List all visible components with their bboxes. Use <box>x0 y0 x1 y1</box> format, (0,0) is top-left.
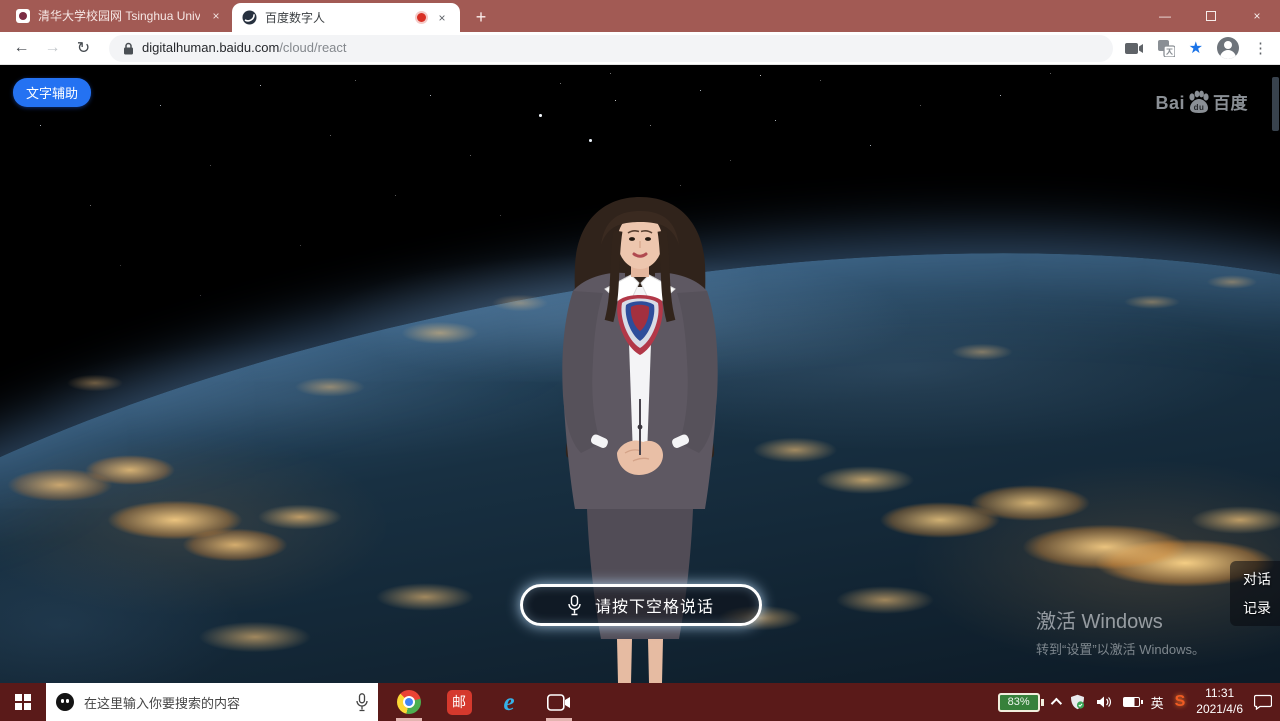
clock-time: 11:31 <box>1196 686 1243 702</box>
leg-right <box>648 639 663 683</box>
record-tab[interactable]: 记录 <box>1243 598 1271 618</box>
tab-title: 清华大学校园网 Tsinghua Univ <box>38 7 200 24</box>
mail-taskbar-button[interactable]: 邮 <box>444 683 474 721</box>
speaker-icon[interactable] <box>1096 695 1112 709</box>
browser-toolbar: ← → ↻ digitalhuman.baidu.com/cloud/react… <box>0 32 1280 65</box>
close-window-button[interactable]: × <box>1234 0 1280 31</box>
ime-language-indicator[interactable]: 英 <box>1151 693 1164 712</box>
video-camera-icon <box>547 694 571 711</box>
tab-tsinghua[interactable]: 清华大学校园网 Tsinghua Univ × <box>8 0 232 31</box>
tab-title: 百度数字人 <box>265 9 409 26</box>
close-tab-icon[interactable]: × <box>434 10 450 26</box>
mic-pill-label: 请按下空格说话 <box>595 593 714 617</box>
translate-icon[interactable] <box>1158 40 1175 57</box>
page-viewport: 文字辅助 Bai du 百度 请按下空格说话 对话 记录 激活 Windows … <box>0 65 1280 683</box>
tab-baidu-digital-human[interactable]: 百度数字人 × <box>232 3 460 32</box>
pinned-apps: 邮 e <box>394 683 574 721</box>
tsinghua-favicon <box>16 9 30 23</box>
ie-taskbar-button[interactable]: e <box>494 683 524 721</box>
tray-overflow-chevron-icon[interactable] <box>1050 698 1061 709</box>
minimize-button[interactable]: — <box>1142 0 1188 31</box>
text-assist-button[interactable]: 文字辅助 <box>13 78 91 107</box>
restore-icon <box>1206 11 1216 21</box>
defender-shield-icon[interactable] <box>1070 694 1085 710</box>
window-controls: — × <box>1142 0 1280 31</box>
baidu-watermark-logo: Bai du 百度 <box>1155 89 1248 114</box>
recording-indicator-icon <box>417 13 426 22</box>
press-space-to-talk-button[interactable]: 请按下空格说话 <box>520 584 762 626</box>
search-assistant-icon <box>56 693 74 711</box>
page-scrollbar-thumb[interactable] <box>1272 77 1279 131</box>
search-placeholder: 在这里输入你要搜索的内容 <box>84 693 346 712</box>
windows-taskbar: 在这里输入你要搜索的内容 邮 e 83% <box>0 683 1280 721</box>
browser-titlebar: 清华大学校园网 Tsinghua Univ × 百度数字人 × + — × <box>0 0 1280 32</box>
logo-bai-text: Bai <box>1155 93 1185 114</box>
mail-icon: 邮 <box>447 690 472 715</box>
baidu-paw-icon: du <box>1186 90 1212 114</box>
dialog-tab[interactable]: 对话 <box>1243 569 1271 589</box>
reload-icon[interactable]: ↻ <box>70 35 97 62</box>
leg-left <box>617 639 632 683</box>
taskbar-search-box[interactable]: 在这里输入你要搜索的内容 <box>46 683 378 721</box>
sogou-input-icon[interactable]: S <box>1175 693 1186 711</box>
logo-du-text: du <box>1194 103 1205 112</box>
eye-left <box>629 237 635 241</box>
logo-cn-text: 百度 <box>1213 89 1248 114</box>
back-icon[interactable]: ← <box>8 35 35 62</box>
maximize-button[interactable] <box>1188 0 1234 31</box>
address-bar[interactable]: digitalhuman.baidu.com/cloud/react <box>109 35 1113 62</box>
eye-right <box>645 237 651 241</box>
windows-logo-icon <box>15 694 31 710</box>
toolbar-right: ★ ⋮ <box>1125 37 1272 59</box>
microphone-icon <box>568 595 581 616</box>
system-tray: 83% 英 S 11:31 2021/4/6 <box>998 683 1280 721</box>
forward-icon[interactable]: → <box>39 35 66 62</box>
activate-windows-watermark: 激活 Windows 转到“设置”以激活 Windows。 <box>1036 605 1205 658</box>
bookmark-star-icon[interactable]: ★ <box>1189 38 1203 58</box>
jacket-button <box>638 425 643 430</box>
conversation-log-panel-tab: 对话 记录 <box>1230 561 1280 626</box>
chrome-icon <box>397 690 421 714</box>
start-button[interactable] <box>0 683 46 721</box>
url-path: /cloud/react <box>279 40 346 55</box>
search-mic-icon[interactable] <box>356 693 368 712</box>
clock-date: 2021/4/6 <box>1196 702 1243 718</box>
battery-status-icon[interactable] <box>1123 697 1140 707</box>
profile-avatar[interactable] <box>1217 37 1239 59</box>
close-tab-icon[interactable]: × <box>208 8 224 24</box>
activate-line2: 转到“设置”以激活 Windows。 <box>1036 639 1205 658</box>
camera-app-taskbar-button[interactable] <box>544 683 574 721</box>
browser-menu-icon[interactable]: ⋮ <box>1253 39 1268 57</box>
new-tab-button[interactable]: + <box>468 4 494 30</box>
chrome-taskbar-button[interactable] <box>394 683 424 721</box>
activate-line1: 激活 Windows <box>1036 605 1205 634</box>
battery-percent-widget[interactable]: 83% <box>998 693 1040 712</box>
camera-in-use-icon[interactable] <box>1125 42 1144 55</box>
lock-icon <box>123 42 134 55</box>
baidu-cloud-favicon <box>242 10 257 25</box>
taskbar-clock[interactable]: 11:31 2021/4/6 <box>1196 686 1243 717</box>
url-host: digitalhuman.baidu.com <box>142 40 279 55</box>
action-center-icon[interactable] <box>1254 694 1272 710</box>
internet-explorer-icon: e <box>503 690 514 715</box>
